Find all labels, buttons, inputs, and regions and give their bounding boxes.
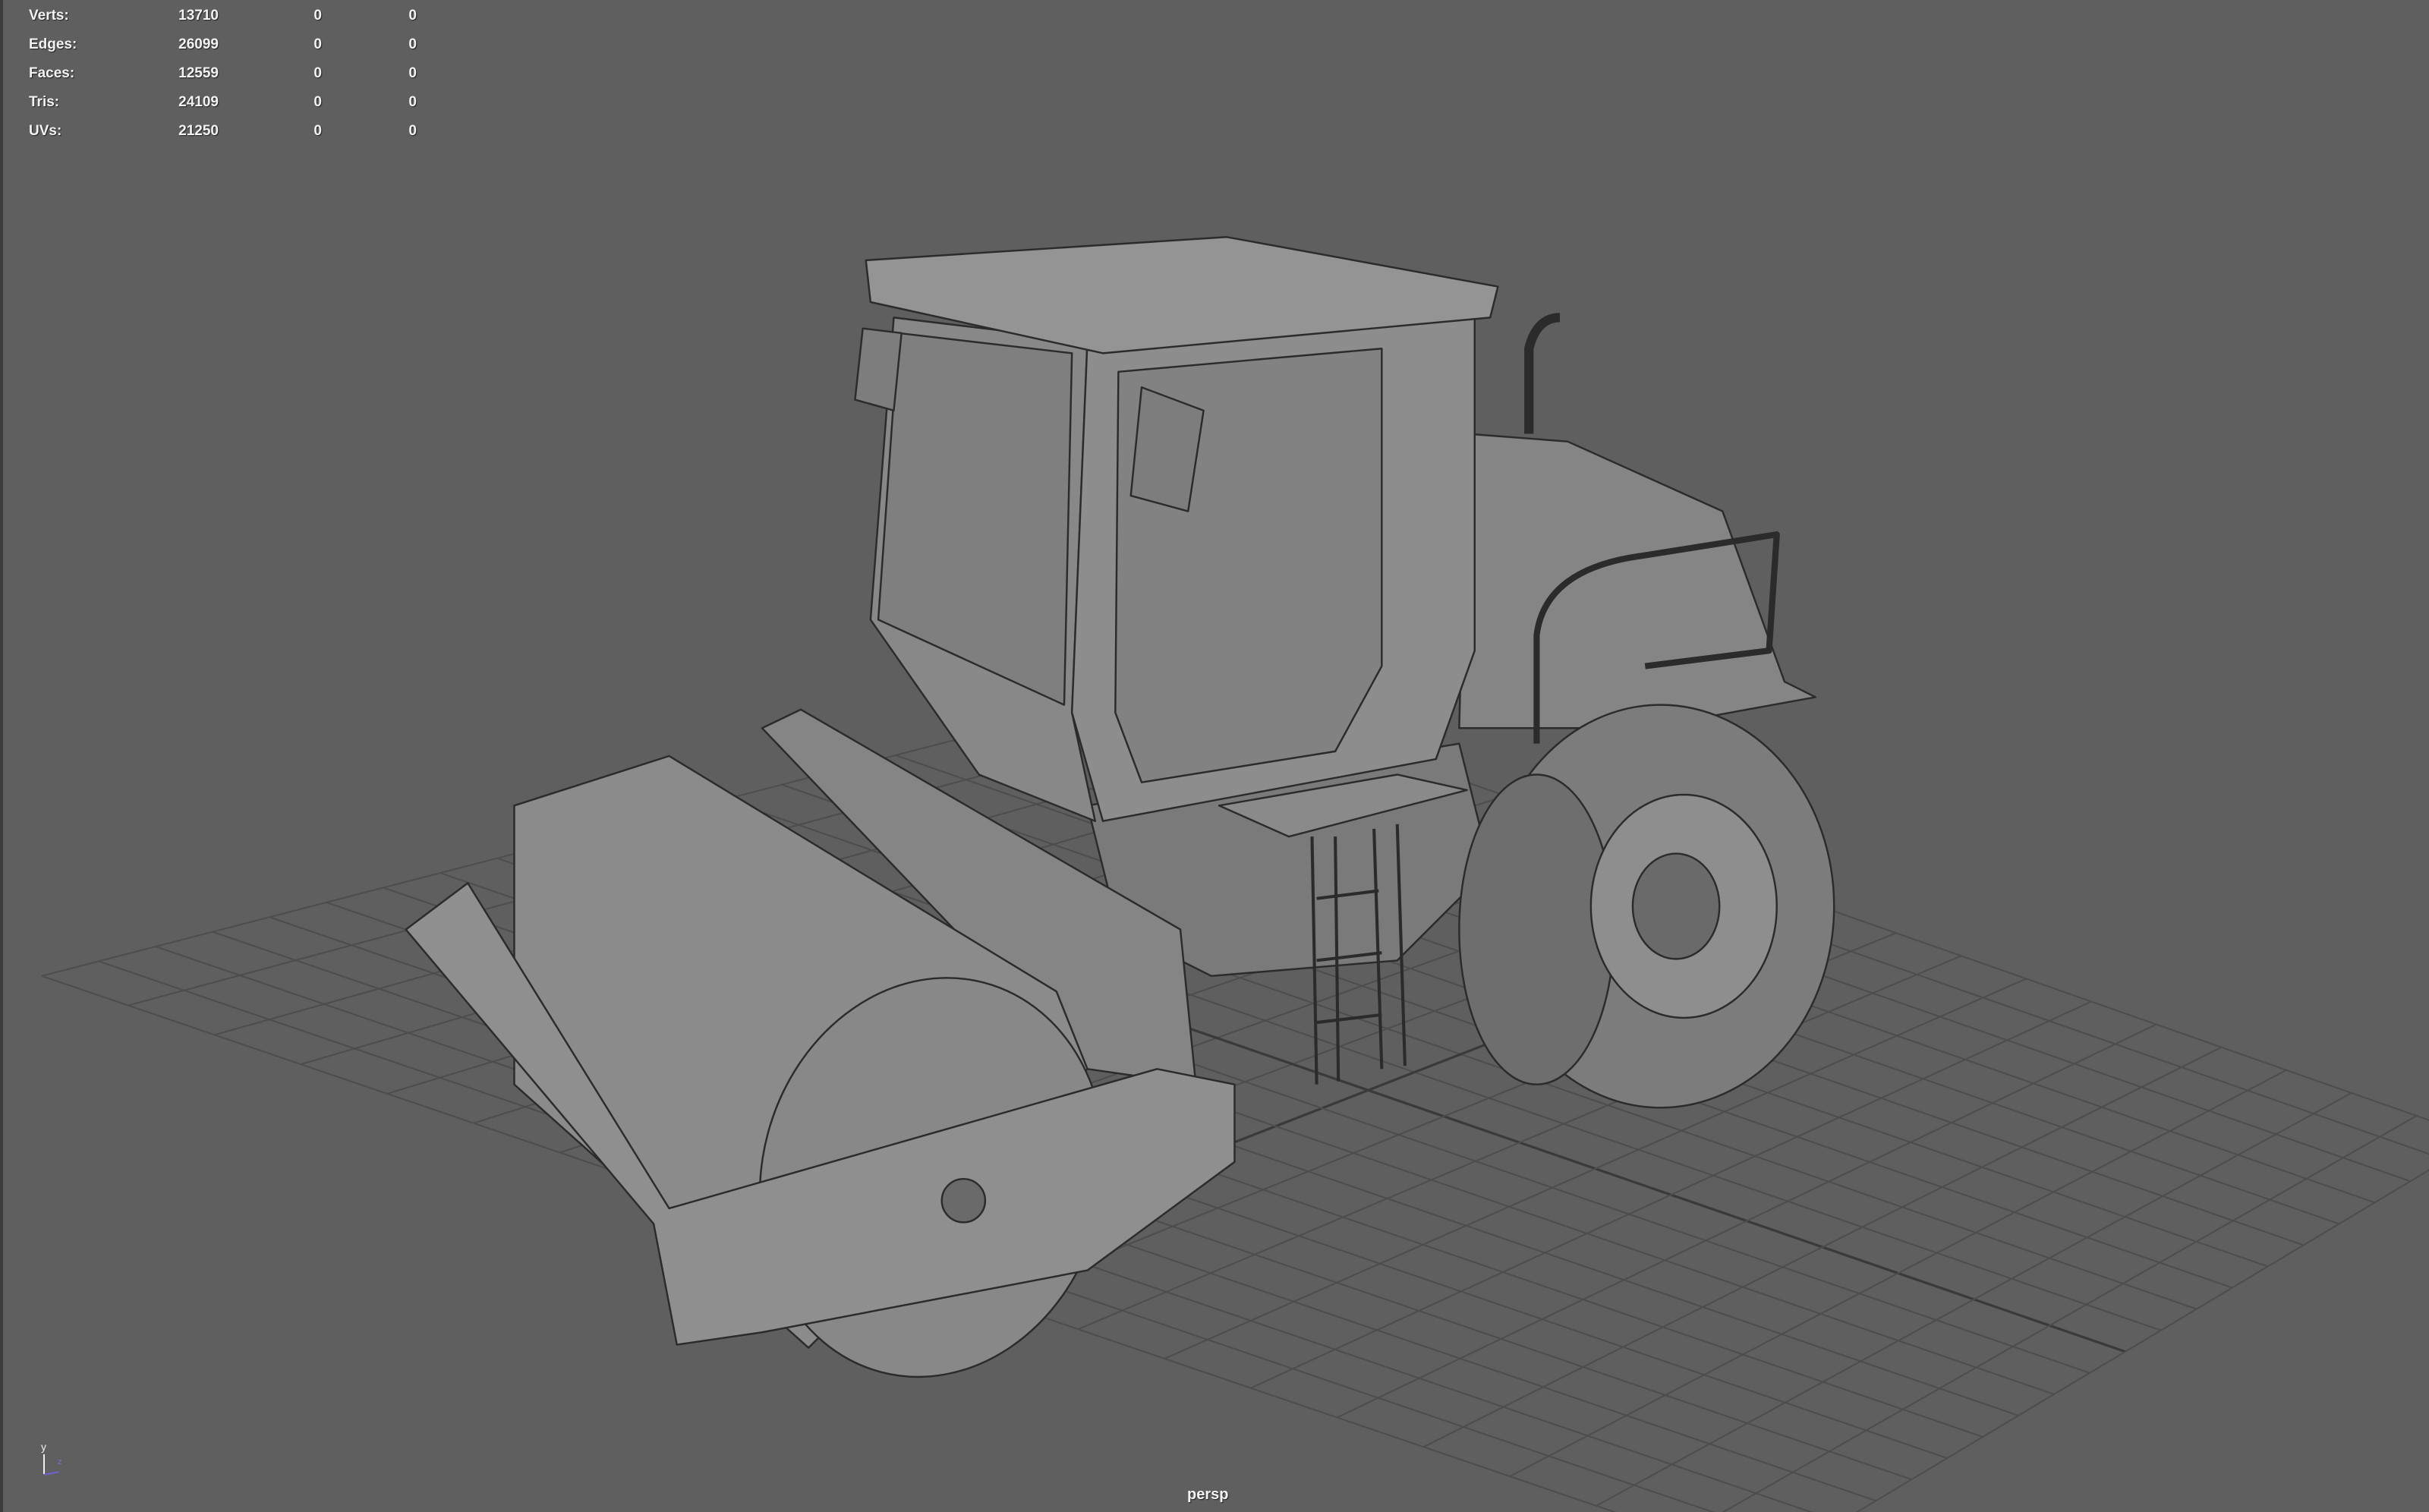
hud-label: Edges: [29, 36, 77, 52]
hud-row-tris: Tris: 24109 0 0 [29, 88, 417, 117]
axis-z-label: z [58, 1457, 62, 1466]
hud-label: Tris: [29, 94, 60, 110]
hud-value: 0 [313, 123, 322, 139]
exhaust-pipe [1524, 313, 1561, 434]
rear-tire-side [1458, 773, 1615, 1085]
hud-value: 0 [313, 36, 322, 52]
hud-row-faces: Faces: 12559 0 0 [29, 59, 417, 88]
hud-value: 0 [313, 94, 322, 110]
drum-hub [940, 1177, 987, 1224]
hud-label: Faces: [29, 65, 75, 81]
hud-value: 0 [408, 94, 417, 110]
grid-line [1596, 1092, 2352, 1507]
hud-value: 0 [408, 36, 417, 52]
grid-line [1722, 1115, 2418, 1512]
axis-z-line [43, 1471, 60, 1476]
hud-row-verts: Verts: 13710 0 0 [29, 2, 417, 30]
viewport[interactable]: Verts: 13710 0 0 Edges: 26099 0 0 Faces: 12559 0… [0, 0, 2429, 1512]
grid-line [1509, 1069, 2287, 1477]
rear-hub [1631, 852, 1721, 960]
axis-gizmo-icon: y z [33, 1441, 71, 1479]
viewport-scene[interactable] [3, 0, 2429, 1512]
hud-value: 0 [408, 123, 417, 139]
side-mirror-left [854, 327, 903, 412]
engine-hood [1458, 433, 1816, 729]
axis-y-line [43, 1454, 45, 1474]
road-roller-model[interactable] [405, 236, 1835, 1416]
hud-value: 12559 [178, 65, 219, 81]
hud-value: 24109 [178, 94, 219, 110]
poly-count-hud: Verts: 13710 0 0 Edges: 26099 0 0 Faces: 12559 0… [29, 2, 417, 146]
hud-row-edges: Edges: 26099 0 0 [29, 30, 417, 59]
axis-y-label: y [41, 1441, 46, 1453]
hud-value: 0 [313, 8, 322, 24]
hud-value: 21250 [178, 123, 219, 139]
camera-label: persp [1187, 1486, 1229, 1503]
hud-value: 13710 [178, 8, 219, 24]
hud-label: Verts: [29, 8, 69, 24]
hud-row-uvs: UVs: 21250 0 0 [29, 117, 417, 146]
hud-label: UVs: [29, 123, 62, 139]
hud-value: 0 [313, 65, 322, 81]
hud-value: 26099 [178, 36, 219, 52]
hud-value: 0 [408, 8, 417, 24]
hud-value: 0 [408, 65, 417, 81]
